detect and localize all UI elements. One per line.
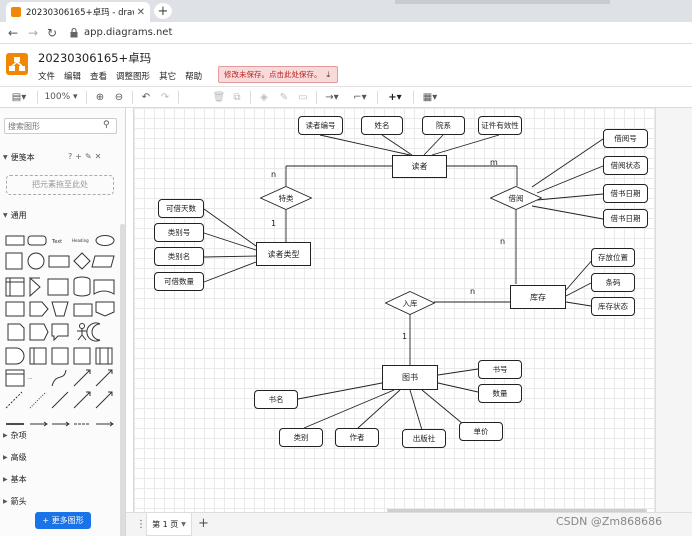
rel-stock-in[interactable]: 入库 (385, 291, 435, 315)
cardinality-inventory-borrow: n (500, 237, 506, 246)
attr-author[interactable]: 作者 (335, 428, 379, 447)
cardinality-reader-belongs: n (271, 170, 277, 179)
attr-book-name[interactable]: 书名 (254, 390, 298, 409)
attr-location[interactable]: 存放位置 (591, 248, 635, 267)
rel-stock-in-label: 入库 (402, 298, 418, 308)
chevron-down-icon[interactable]: ▼ (181, 521, 186, 528)
rel-borrow[interactable]: 借阅 (490, 186, 542, 210)
attr-name[interactable]: 姓名 (361, 116, 403, 135)
attr-borrow-count[interactable]: 可借数量 (154, 272, 204, 291)
attr-borrow-date[interactable]: 借书日期 (603, 184, 648, 203)
attr-stock-status[interactable]: 库存状态 (591, 297, 635, 316)
entity-reader[interactable]: 读者 (392, 155, 447, 178)
cardinality-type-belongs: 1 (271, 219, 277, 228)
rel-borrow-label: 借阅 (508, 193, 524, 203)
attr-borrow-days[interactable]: 可借天数 (158, 199, 204, 218)
attr-category[interactable]: 类别 (279, 428, 323, 447)
add-page-button[interactable]: + (198, 516, 209, 531)
rel-belongs-label: 特类 (278, 193, 294, 203)
watermark-text: CSDN @Zm868686 (556, 515, 663, 528)
attr-reader-no[interactable]: 读者编号 (298, 116, 343, 135)
attr-dept[interactable]: 院系 (422, 116, 465, 135)
attr-quantity[interactable]: 数量 (478, 384, 522, 403)
attr-book-no[interactable]: 书号 (478, 360, 522, 379)
attr-id-valid[interactable]: 证件有效性 (478, 116, 522, 135)
attr-publisher[interactable]: 出版社 (402, 429, 446, 448)
attr-borrow-no[interactable]: 借阅号 (603, 129, 648, 148)
cardinality-reader-borrow: m (490, 158, 498, 167)
entity-book[interactable]: 图书 (382, 365, 438, 390)
entity-inventory[interactable]: 库存 (510, 285, 566, 309)
page-tab-1[interactable]: 第 1 页 ▼ (146, 513, 192, 536)
attr-type-name[interactable]: 类别名 (154, 247, 204, 266)
attr-borrow-status[interactable]: 借阅状态 (603, 156, 648, 175)
attr-return-date[interactable]: 借书日期 (603, 209, 648, 228)
attr-price[interactable]: 单价 (459, 422, 503, 441)
rel-belongs[interactable]: 特类 (260, 186, 312, 210)
connector-lines (203, 134, 604, 431)
page-tab-label: 第 1 页 (152, 519, 179, 529)
page-menu-icon[interactable]: ⋮ (136, 519, 146, 530)
entity-reader-type[interactable]: 读者类型 (256, 242, 311, 266)
attr-type-no[interactable]: 类别号 (154, 223, 204, 242)
cardinality-book-stockin: 1 (402, 332, 408, 341)
attr-barcode[interactable]: 条码 (591, 273, 635, 292)
cardinality-inventory-stockin: n (470, 287, 476, 296)
